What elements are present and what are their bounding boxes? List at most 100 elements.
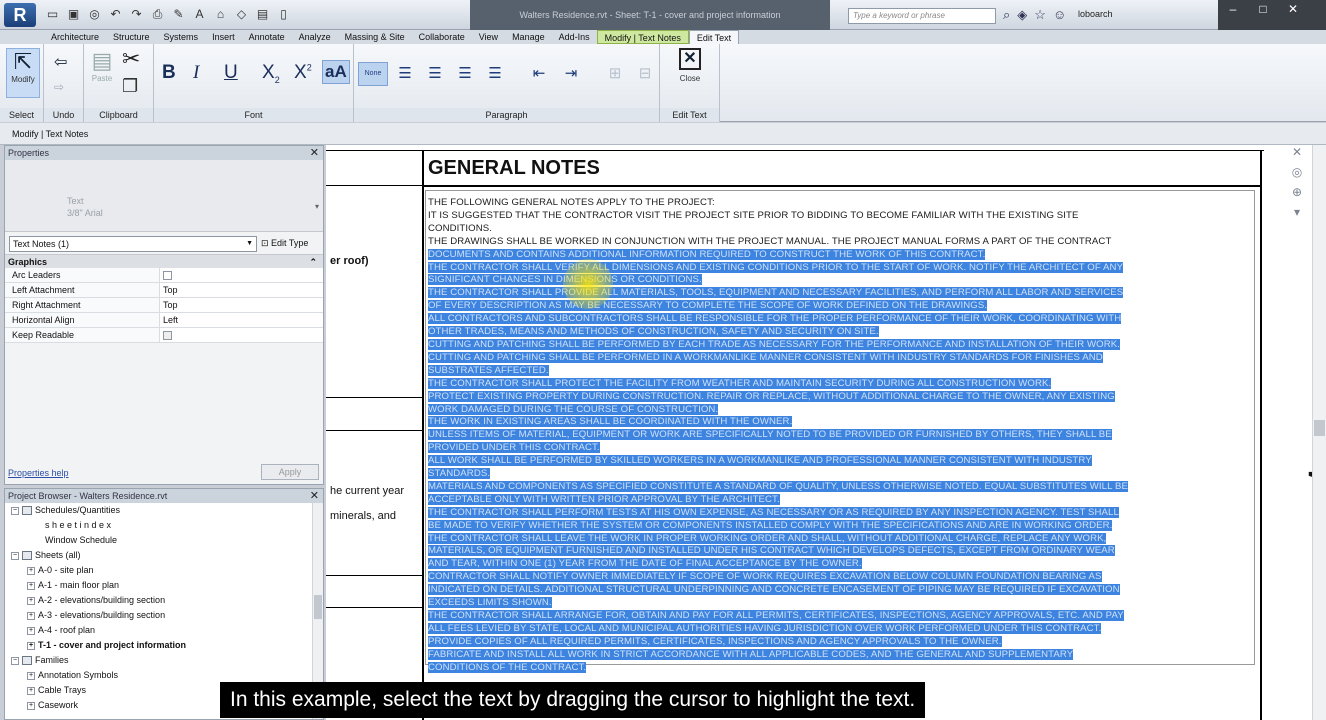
- tab-collaborate[interactable]: Collaborate: [412, 30, 472, 44]
- section-icon[interactable]: ◇: [233, 6, 250, 23]
- tab-edit-text[interactable]: Edit Text: [688, 30, 740, 44]
- expand-icon[interactable]: +: [27, 611, 35, 620]
- zoom-icon[interactable]: ⊕: [1282, 185, 1312, 205]
- bullets-icon[interactable]: ☰: [392, 62, 418, 86]
- close-window-icon[interactable]: ✕: [1278, 0, 1308, 18]
- tree-node-sheet[interactable]: + A-4 - roof plan: [5, 623, 311, 638]
- numbers-icon[interactable]: ☰: [422, 62, 448, 86]
- increase-indent-icon[interactable]: ⇥: [558, 62, 584, 86]
- property-value[interactable]: [160, 328, 323, 342]
- all-caps-button[interactable]: aA: [322, 60, 350, 84]
- italic-button[interactable]: I: [193, 62, 199, 84]
- user-icon[interactable]: ☺: [1053, 7, 1066, 23]
- decrement-list-icon[interactable]: ⊟: [632, 62, 658, 86]
- type-selector[interactable]: Text 3/8" Arial ▾: [5, 160, 323, 232]
- graphics-group-header[interactable]: Graphics ⌃: [5, 254, 323, 268]
- expand-icon[interactable]: +: [27, 596, 35, 605]
- tree-node-family[interactable]: + Annotation Symbols: [5, 668, 311, 683]
- close-icon[interactable]: ✕: [1282, 145, 1312, 165]
- tab-structure[interactable]: Structure: [106, 30, 157, 44]
- tree-node-sheet[interactable]: + A-0 - site plan: [5, 563, 311, 578]
- tree-node-sheets[interactable]: − Sheets (all): [5, 548, 311, 563]
- close-hidden-icon[interactable]: ▯: [275, 6, 292, 23]
- expand-icon[interactable]: +: [27, 686, 35, 695]
- cut-icon[interactable]: ✂: [122, 46, 140, 72]
- tab-architecture[interactable]: Architecture: [44, 30, 106, 44]
- panel-title-edit-text[interactable]: Edit Text: [660, 108, 719, 122]
- sync-icon[interactable]: ◎: [86, 6, 103, 23]
- default-3d-icon[interactable]: ⌂: [212, 6, 229, 23]
- application-menu-button[interactable]: R: [4, 3, 36, 27]
- lowercase-letters-icon[interactable]: ☰: [452, 62, 478, 86]
- subscription-icon[interactable]: ◈: [1017, 7, 1027, 23]
- superscript-button[interactable]: X2: [294, 62, 312, 84]
- arc-leaders-checkbox[interactable]: [163, 271, 172, 280]
- increment-list-icon[interactable]: ⊞: [602, 62, 628, 86]
- minimize-icon[interactable]: –: [1218, 0, 1248, 18]
- paste-button[interactable]: ▤ Paste: [88, 48, 116, 83]
- tree-node-sheet[interactable]: + A-2 - elevations/building section: [5, 593, 311, 608]
- tree-node-sheet-index[interactable]: s h e e t i n d e x: [5, 518, 311, 533]
- subscript-button[interactable]: X2: [262, 62, 280, 85]
- expand-icon[interactable]: +: [27, 626, 35, 635]
- general-notes-text[interactable]: THE FOLLOWING GENERAL NOTES APPLY TO THE…: [428, 197, 1254, 675]
- favorites-icon[interactable]: ☆: [1034, 7, 1046, 23]
- undo-button[interactable]: ⇦: [54, 52, 67, 72]
- tree-node-window-schedule[interactable]: Window Schedule: [5, 533, 311, 548]
- tab-systems[interactable]: Systems: [157, 30, 206, 44]
- properties-help-link[interactable]: Properties help: [8, 468, 69, 478]
- search-input[interactable]: Type a keyword or phrase: [848, 8, 996, 24]
- measure-icon[interactable]: ✎: [170, 6, 187, 23]
- apply-button[interactable]: Apply: [261, 464, 319, 480]
- close-icon[interactable]: ✕: [310, 489, 319, 503]
- tab-massing-site[interactable]: Massing & Site: [338, 30, 412, 44]
- tree-node-families[interactable]: − Families: [5, 653, 311, 668]
- browser-scroll-thumb[interactable]: [314, 595, 322, 619]
- tab-manage[interactable]: Manage: [505, 30, 552, 44]
- expand-icon[interactable]: +: [27, 701, 35, 710]
- maximize-icon[interactable]: □: [1248, 0, 1278, 18]
- uppercase-letters-icon[interactable]: ☰: [482, 62, 508, 86]
- tree-node-sheet-active[interactable]: + T-1 - cover and project information: [5, 638, 311, 653]
- keep-readable-checkbox[interactable]: [163, 331, 172, 340]
- underline-button[interactable]: U: [224, 62, 238, 84]
- tab-add-ins[interactable]: Add-Ins: [552, 30, 597, 44]
- instance-filter-select[interactable]: Text Notes (1): [9, 236, 257, 252]
- expand-icon[interactable]: +: [27, 581, 35, 590]
- tab-insert[interactable]: Insert: [205, 30, 242, 44]
- tab-analyze[interactable]: Analyze: [292, 30, 338, 44]
- undo-icon[interactable]: ↶: [107, 6, 124, 23]
- property-value[interactable]: [160, 268, 323, 282]
- property-value[interactable]: Top: [160, 283, 323, 297]
- edit-type-button[interactable]: ⊡ Edit Type: [261, 236, 308, 250]
- redo-button[interactable]: ⇨: [54, 80, 64, 94]
- property-value[interactable]: Left: [160, 313, 323, 327]
- print-icon[interactable]: ⎙: [149, 6, 166, 23]
- expand-icon[interactable]: +: [27, 641, 35, 650]
- steering-wheel-icon[interactable]: ◎: [1282, 165, 1312, 185]
- property-value[interactable]: Top: [160, 298, 323, 312]
- text-icon[interactable]: A: [191, 6, 208, 23]
- tree-node-sheet[interactable]: + A-3 - elevations/building section: [5, 608, 311, 623]
- view-scrollbar[interactable]: [1312, 145, 1326, 720]
- modify-button[interactable]: ⇱ Modify: [6, 48, 40, 98]
- close-icon[interactable]: ✕: [310, 146, 319, 160]
- redo-icon[interactable]: ↷: [128, 6, 145, 23]
- view-scroll-thumb[interactable]: [1314, 420, 1325, 436]
- text-note-edit-box[interactable]: THE FOLLOWING GENERAL NOTES APPLY TO THE…: [425, 190, 1255, 673]
- decrease-indent-icon[interactable]: ⇤: [526, 62, 552, 86]
- bold-button[interactable]: B: [162, 62, 176, 84]
- tab-annotate[interactable]: Annotate: [242, 30, 292, 44]
- sheet-view[interactable]: er roof) he current year minerals, and G…: [326, 145, 1326, 720]
- tree-node-schedules[interactable]: − Schedules/Quantities: [5, 503, 311, 518]
- collapse-icon[interactable]: ⌃: [309, 255, 317, 269]
- copy-icon[interactable]: ❐: [122, 76, 138, 97]
- user-name[interactable]: loboarch: [1078, 9, 1113, 19]
- expand-icon[interactable]: +: [27, 671, 35, 680]
- chevron-down-icon[interactable]: ▾: [315, 202, 319, 211]
- collapse-icon[interactable]: −: [11, 506, 19, 515]
- list-none-button[interactable]: None: [358, 62, 388, 86]
- binoculars-icon[interactable]: ⌕: [1003, 7, 1010, 23]
- open-icon[interactable]: ▭: [44, 6, 61, 23]
- tab-view[interactable]: View: [472, 30, 505, 44]
